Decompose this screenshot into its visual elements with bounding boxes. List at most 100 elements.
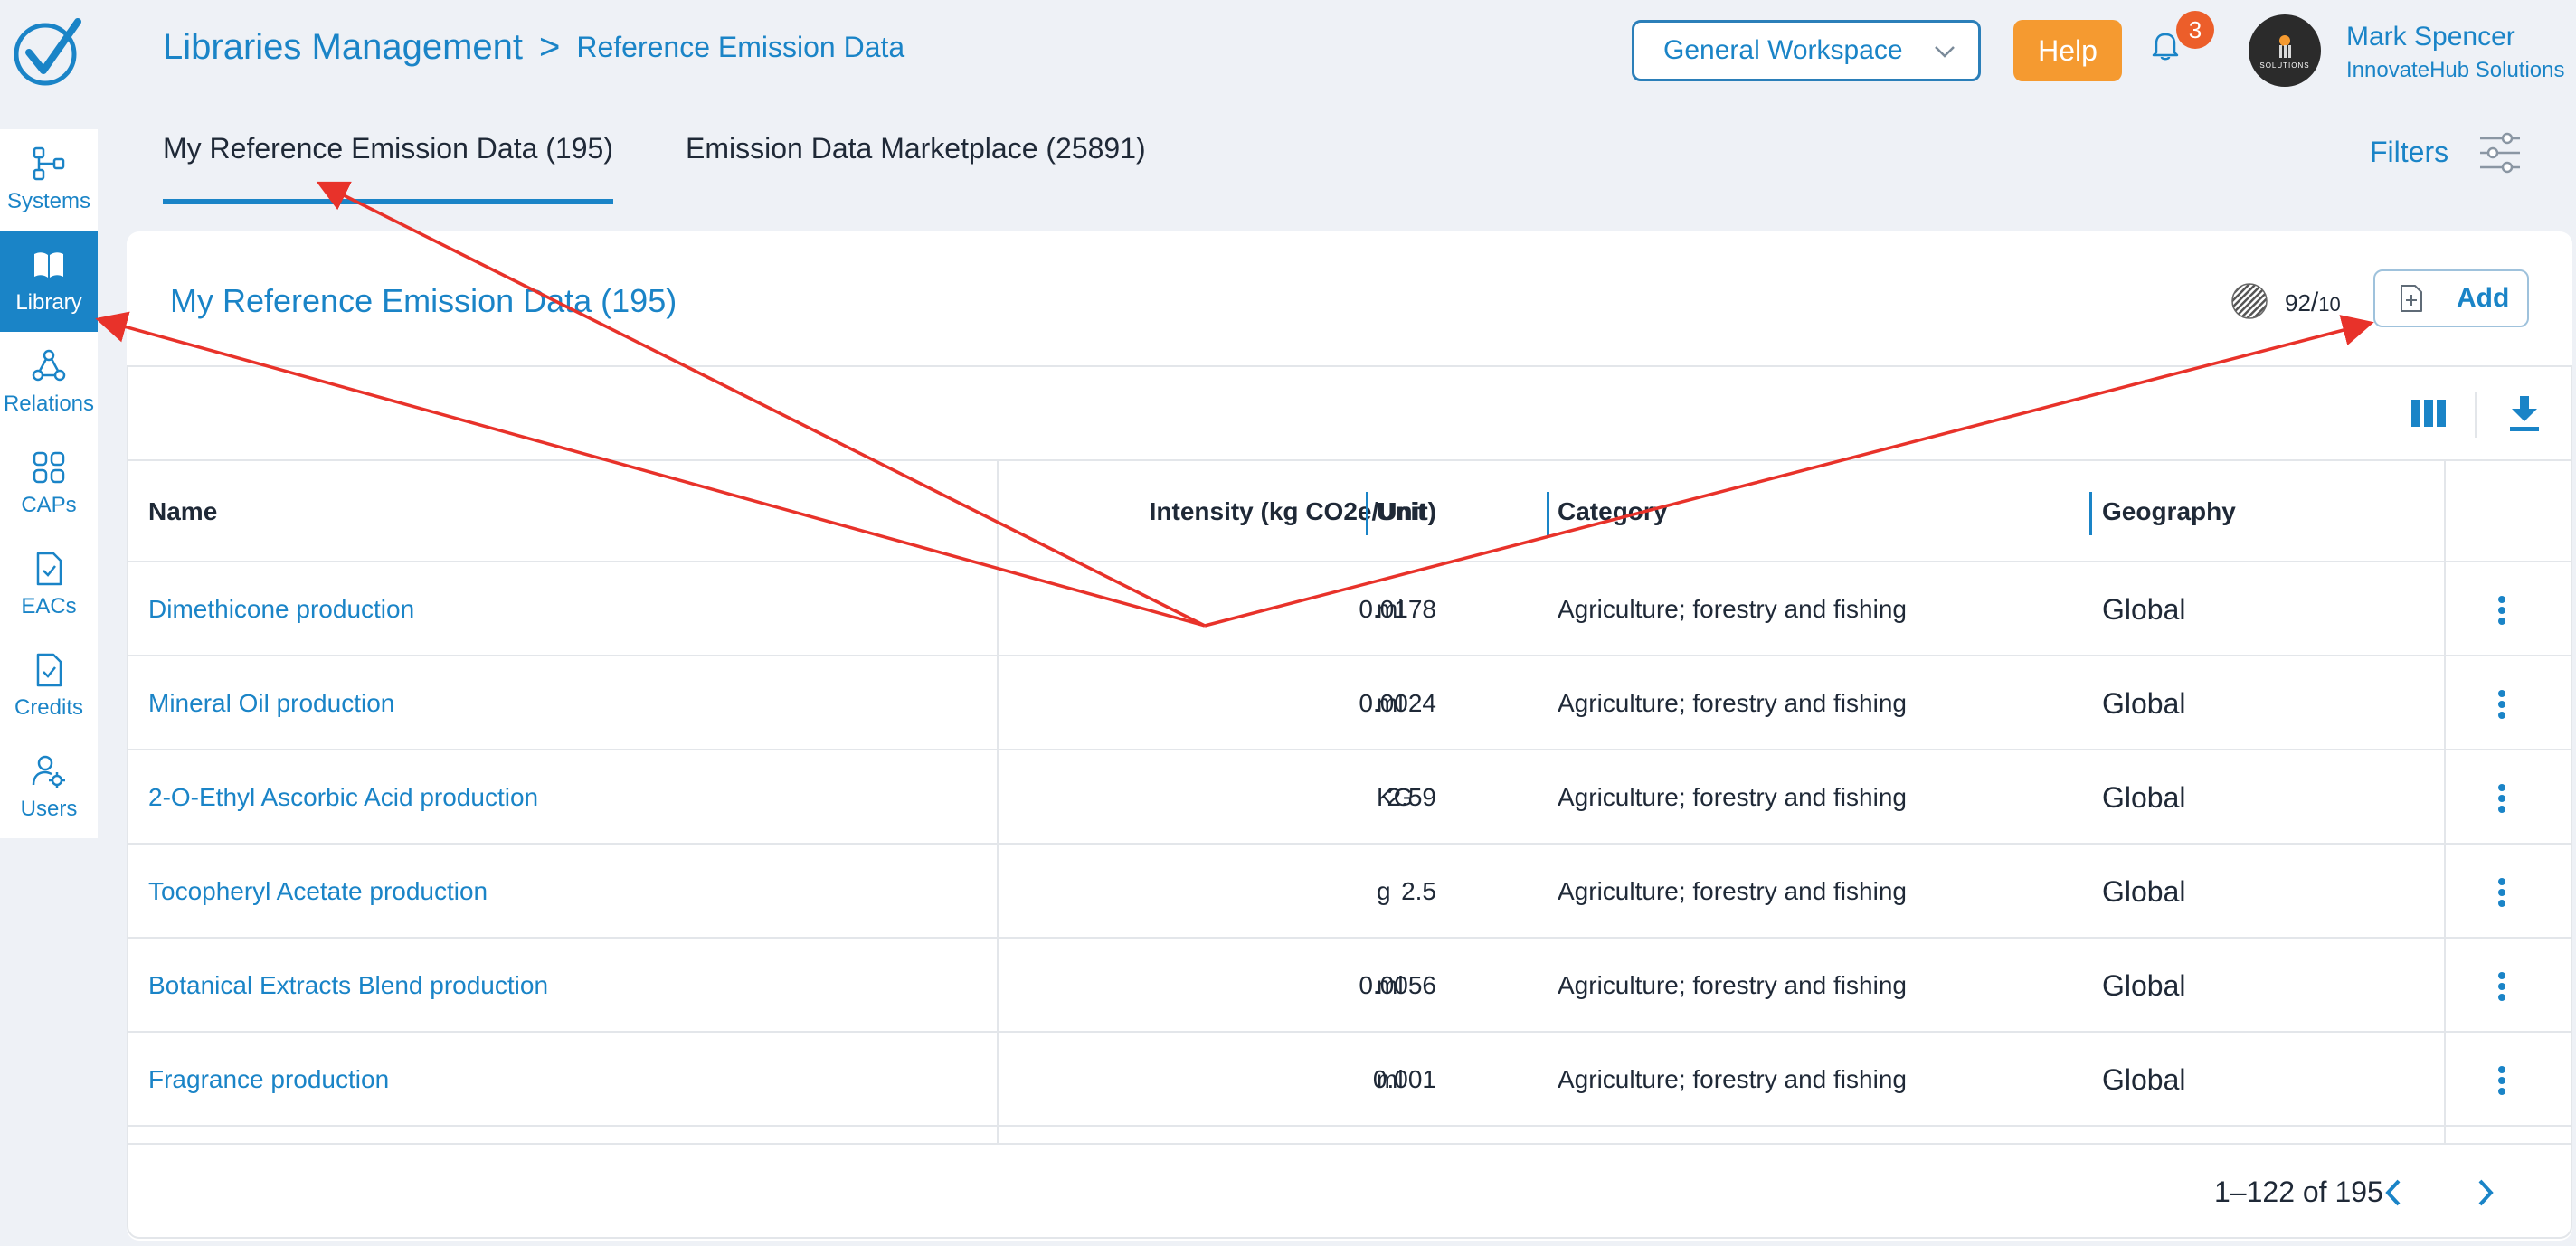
filters-button[interactable]: Filters	[2370, 136, 2448, 169]
table-row[interactable]: Tocopheryl Acetate production 2.5 g Agri…	[128, 845, 2571, 939]
row-unit: ml	[1377, 689, 1404, 717]
more-vertical-icon[interactable]	[2496, 689, 2507, 720]
help-button[interactable]: Help	[2013, 20, 2122, 81]
row-category: Agriculture; forestry and fishing	[1558, 971, 1907, 999]
notification-badge: 3	[2176, 11, 2214, 49]
sidebar-item-label: Relations	[3, 392, 95, 416]
tab-emission-data-marketplace[interactable]: Emission Data Marketplace (25891)	[686, 132, 1146, 165]
column-resize-handle[interactable]	[2089, 492, 2092, 535]
table-toolbar	[128, 367, 2571, 461]
table-row[interactable]: Dimethicone production 0.0178 ml Agricul…	[128, 562, 2571, 656]
row-name-link[interactable]: Dimethicone production	[148, 595, 414, 624]
more-vertical-icon[interactable]	[2496, 877, 2507, 908]
quota-progress-icon	[2231, 283, 2268, 319]
app-logo[interactable]	[11, 16, 83, 89]
column-header-category[interactable]: Category	[1558, 497, 1667, 526]
active-tab-indicator	[163, 199, 613, 204]
user-organization: InnovateHub Solutions	[2346, 58, 2565, 82]
column-resize-handle[interactable]	[1547, 492, 1549, 535]
row-unit: KG	[1377, 783, 1414, 811]
more-vertical-icon[interactable]	[2496, 783, 2507, 814]
row-name-link[interactable]: Fragrance production	[148, 1065, 389, 1094]
row-unit: g	[1377, 877, 1391, 905]
more-vertical-icon[interactable]	[2496, 1065, 2507, 1096]
row-category: Agriculture; forestry and fishing	[1558, 595, 1907, 623]
row-name-link[interactable]: Mineral Oil production	[148, 689, 394, 718]
row-geography: Global	[2102, 875, 2186, 908]
breadcrumb-separator: >	[539, 27, 561, 67]
avatar[interactable]: SOLUTIONS	[2249, 14, 2321, 87]
sidebar-item-eacs[interactable]: EACs	[0, 534, 98, 636]
add-file-icon	[2401, 285, 2422, 312]
columns-icon[interactable]	[2411, 400, 2446, 427]
chevron-left-icon[interactable]	[2382, 1177, 2404, 1208]
sidebar-item-label: Library	[15, 290, 82, 315]
relations-icon	[32, 349, 66, 382]
more-vertical-icon[interactable]	[2496, 595, 2507, 626]
pagination-info: 1–122 of 195	[2214, 1175, 2383, 1208]
card-title: My Reference Emission Data (195)	[170, 282, 677, 319]
column-divider	[997, 461, 999, 1143]
sidebar-item-label: EACs	[21, 594, 77, 618]
users-gear-icon	[32, 755, 65, 788]
systems-icon	[33, 146, 65, 181]
row-geography: Global	[2102, 781, 2186, 814]
sidebar-item-library[interactable]: Library	[0, 231, 98, 332]
workspace-select[interactable]: General Workspace	[1632, 20, 1981, 81]
row-geography: Global	[2102, 687, 2186, 720]
chevron-right-icon[interactable]	[2475, 1177, 2496, 1208]
quota-counter: 92/10	[2285, 288, 2341, 318]
column-header-unit[interactable]: Unit	[1377, 497, 1425, 526]
row-intensity: 2.5	[1401, 877, 1436, 905]
quota-total: 10	[2318, 293, 2341, 316]
table-row[interactable]: Fragrance production 0.001 ml Agricultur…	[128, 1033, 2571, 1127]
emission-data-card: My Reference Emission Data (195) 92/10 A…	[127, 231, 2572, 1241]
sliders-icon[interactable]	[2478, 132, 2522, 174]
toolbar-divider	[2475, 392, 2477, 438]
breadcrumb-current: Reference Emission Data	[576, 31, 905, 63]
sidebar-item-label: Systems	[6, 189, 90, 213]
table-pagination: 1–122 of 195	[128, 1143, 2571, 1237]
sidebar-item-credits[interactable]: Credits	[0, 636, 98, 737]
avatar-text: SOLUTIONS	[2259, 61, 2310, 70]
chevron-down-icon	[1935, 46, 1955, 58]
breadcrumb: Libraries Management > Reference Emissio…	[163, 27, 904, 68]
sidebar-item-caps[interactable]: CAPs	[0, 433, 98, 534]
row-category: Agriculture; forestry and fishing	[1558, 877, 1907, 905]
sidebar-item-systems[interactable]: Systems	[0, 129, 98, 231]
column-header-name[interactable]: Name	[148, 497, 217, 526]
sidebar-item-label: Users	[20, 797, 78, 821]
row-unit: ml	[1377, 971, 1404, 999]
row-geography: Global	[2102, 593, 2186, 626]
quota-used: 92	[2285, 289, 2311, 316]
row-category: Agriculture; forestry and fishing	[1558, 1065, 1907, 1093]
row-name-link[interactable]: Tocopheryl Acetate production	[148, 877, 488, 906]
breadcrumb-root[interactable]: Libraries Management	[163, 27, 523, 68]
user-name[interactable]: Mark Spencer	[2346, 22, 2515, 52]
table-row[interactable]: Mineral Oil production 0.0024 ml Agricul…	[128, 656, 2571, 750]
tab-my-reference-emission-data[interactable]: My Reference Emission Data (195)	[163, 132, 613, 165]
row-geography: Global	[2102, 1063, 2186, 1096]
quota-separator: /	[2310, 288, 2319, 317]
column-resize-handle[interactable]	[1366, 492, 1368, 535]
workspace-select-value: General Workspace	[1663, 35, 1903, 65]
row-name-link[interactable]: 2-O-Ethyl Ascorbic Acid production	[148, 783, 538, 812]
add-button-label: Add	[2457, 283, 2510, 313]
add-button[interactable]: Add	[2373, 269, 2529, 327]
download-icon[interactable]	[2509, 396, 2540, 432]
sidebar-item-relations[interactable]: Relations	[0, 332, 98, 433]
row-category: Agriculture; forestry and fishing	[1558, 689, 1907, 717]
table-row[interactable]: Botanical Extracts Blend production 0.00…	[128, 939, 2571, 1033]
data-table: Name Intensity (kg CO2e/Unit) Unit Categ…	[127, 365, 2572, 1239]
row-category: Agriculture; forestry and fishing	[1558, 783, 1907, 811]
company-logo-icon	[2279, 34, 2291, 58]
sidebar: Systems Library Relations CAPs EACs Cred…	[0, 129, 98, 838]
more-vertical-icon[interactable]	[2496, 971, 2507, 1002]
row-name-link[interactable]: Botanical Extracts Blend production	[148, 971, 548, 1000]
row-unit: ml	[1377, 595, 1404, 623]
caps-icon	[33, 451, 65, 484]
book-icon	[34, 252, 63, 278]
column-header-geography[interactable]: Geography	[2102, 497, 2236, 526]
sidebar-item-users[interactable]: Users	[0, 737, 98, 838]
table-row[interactable]: 2-O-Ethyl Ascorbic Acid production 2.59 …	[128, 750, 2571, 845]
